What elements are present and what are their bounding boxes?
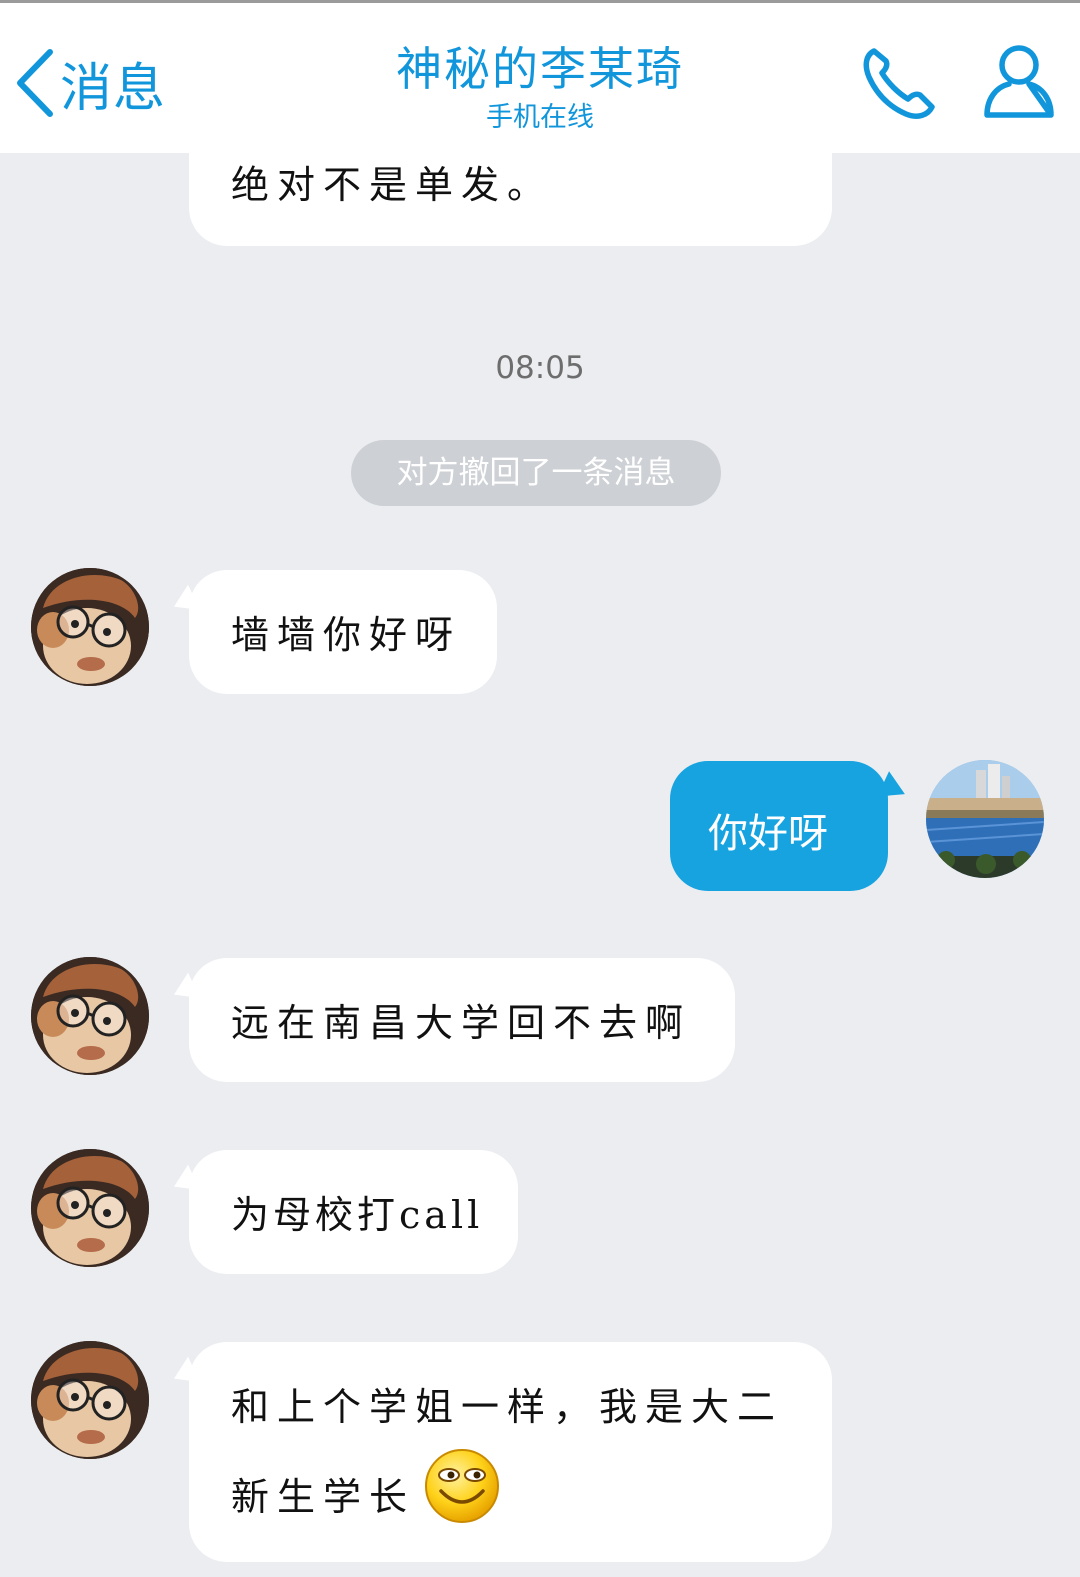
message-bubble-incoming[interactable]: 为母校打call: [189, 1150, 518, 1274]
message-text: 你好呀: [708, 811, 828, 857]
message-text-line2: 新生学长: [231, 1448, 501, 1525]
grinning-smiley-emoji-icon: [425, 1448, 500, 1523]
chat-header: 消息 神秘的李某琦 手机在线: [0, 3, 1080, 153]
message-text: 墙墙你好呀: [231, 613, 462, 657]
message-bubble-incoming[interactable]: 墙墙你好呀: [189, 570, 497, 694]
chipmunk-avatar-image: [31, 1341, 149, 1459]
user-profile-icon[interactable]: [982, 41, 1056, 121]
message-text: 为母校打call: [231, 1193, 484, 1237]
message-text-line2-label: 新生学长: [231, 1475, 416, 1519]
campus-photo-avatar-image: [926, 760, 1044, 878]
contact-avatar[interactable]: [31, 568, 149, 686]
recall-notice: 对方撤回了一条消息: [351, 440, 721, 506]
phone-icon[interactable]: [860, 43, 938, 121]
message-text-line1: 和上个学姐一样，我是大二: [231, 1385, 784, 1429]
contact-avatar[interactable]: [31, 1341, 149, 1459]
my-avatar[interactable]: [926, 760, 1044, 878]
contact-avatar[interactable]: [31, 1149, 149, 1267]
message-text: 绝对不是单发。: [231, 163, 554, 207]
chipmunk-avatar-image: [31, 568, 149, 686]
message-bubble-outgoing[interactable]: 你好呀: [670, 761, 888, 891]
message-bubble-incoming[interactable]: 远在南昌大学回不去啊: [189, 958, 735, 1082]
chipmunk-avatar-image: [31, 1149, 149, 1267]
message-bubble-incoming[interactable]: 和上个学姐一样，我是大二 新生学长: [189, 1342, 832, 1562]
message-text: 远在南昌大学回不去啊: [231, 1001, 692, 1045]
contact-avatar[interactable]: [31, 957, 149, 1075]
chipmunk-avatar-image: [31, 957, 149, 1075]
message-timestamp: 08:05: [495, 350, 585, 386]
